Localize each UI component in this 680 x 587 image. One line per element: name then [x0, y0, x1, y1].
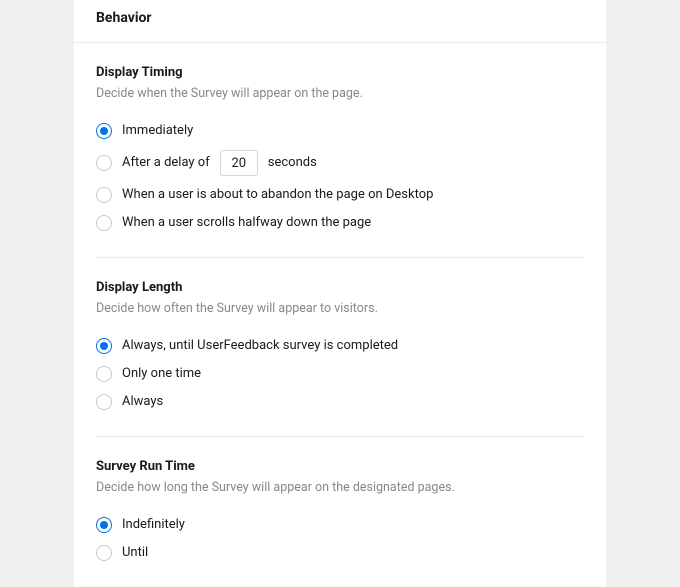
radio-label: Always, until UserFeedback survey is com… [122, 337, 398, 355]
delay-suffix: seconds [268, 154, 317, 172]
radio-icon [96, 517, 112, 533]
radio-indefinitely[interactable]: Indefinitely [96, 511, 584, 539]
radio-icon [96, 215, 112, 231]
radio-icon [96, 366, 112, 382]
radio-label: Always [122, 393, 163, 411]
radio-label: After a delay of seconds [122, 150, 317, 176]
radio-icon [96, 155, 112, 171]
radio-icon [96, 338, 112, 354]
radio-icon [96, 123, 112, 139]
radio-icon [96, 545, 112, 561]
delay-prefix: After a delay of [122, 154, 210, 172]
radio-immediately[interactable]: Immediately [96, 117, 584, 145]
radio-scroll-halfway[interactable]: When a user scrolls halfway down the pag… [96, 209, 584, 237]
behavior-panel: Behavior Display Timing Decide when the … [74, 0, 606, 587]
radio-label: Until [122, 544, 148, 562]
radio-icon [96, 187, 112, 203]
run-time-heading: Survey Run Time [96, 459, 584, 474]
section-run-time: Survey Run Time Decide how long the Surv… [74, 437, 606, 587]
display-length-desc: Decide how often the Survey will appear … [96, 301, 584, 316]
section-display-length: Display Length Decide how often the Surv… [74, 258, 606, 436]
display-length-heading: Display Length [96, 280, 584, 295]
radio-only-once[interactable]: Only one time [96, 360, 584, 388]
display-timing-heading: Display Timing [96, 65, 584, 80]
radio-label: Immediately [122, 122, 193, 140]
radio-after-delay[interactable]: After a delay of seconds [96, 145, 584, 181]
radio-label: When a user scrolls halfway down the pag… [122, 214, 371, 232]
display-timing-desc: Decide when the Survey will appear on th… [96, 86, 584, 101]
panel-header: Behavior [74, 0, 606, 43]
radio-label: When a user is about to abandon the page… [122, 186, 433, 204]
panel-title: Behavior [96, 10, 584, 26]
run-time-desc: Decide how long the Survey will appear o… [96, 480, 584, 495]
radio-until-complete[interactable]: Always, until UserFeedback survey is com… [96, 332, 584, 360]
radio-label: Only one time [122, 365, 201, 383]
radio-abandon-page[interactable]: When a user is about to abandon the page… [96, 181, 584, 209]
delay-seconds-input[interactable] [220, 150, 258, 176]
radio-icon [96, 394, 112, 410]
radio-always[interactable]: Always [96, 388, 584, 416]
radio-until[interactable]: Until [96, 539, 584, 567]
radio-label: Indefinitely [122, 516, 185, 534]
section-display-timing: Display Timing Decide when the Survey wi… [74, 43, 606, 257]
